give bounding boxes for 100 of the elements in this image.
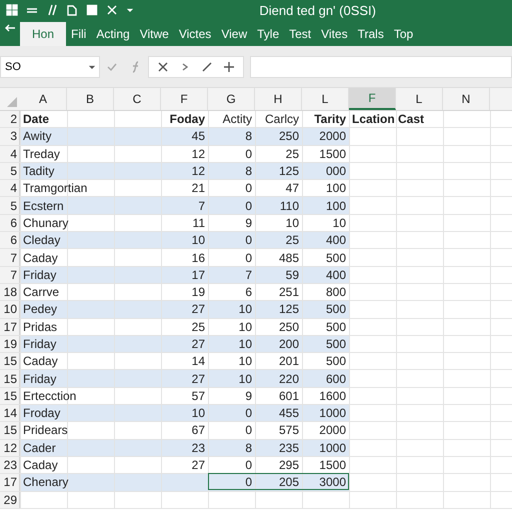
column-header[interactable]: L [396,88,443,110]
ribbon-tab[interactable]: Top [388,22,418,46]
table-cell: Treday [23,146,60,161]
table-cell: 250 [278,320,299,334]
table-cell: 10 [286,216,299,230]
column-header[interactable]: G [208,88,255,110]
table-cell: 0 [245,423,252,438]
row-number: 14 [0,405,20,422]
column-header[interactable]: F [161,88,208,110]
table-cell: 100 [326,198,346,213]
table-cell: 57 [192,388,205,403]
table-cell: 10 [238,320,252,334]
table-cell: Ertecction [23,388,76,403]
ribbon-tab[interactable]: Vitwe [134,22,174,46]
table-cell: 17 [192,268,205,282]
table-cell: 1500 [319,458,346,472]
column-header[interactable]: F [349,88,396,110]
table-cell: 25 [192,320,205,334]
formula-field[interactable] [250,56,512,78]
close-icon[interactable] [157,60,169,72]
row-number: 12 [0,440,20,456]
table-cell: 27 [192,337,205,351]
row-number: 6 [0,214,20,232]
column-header[interactable]: A [20,88,67,110]
row-number: 18 [0,284,20,300]
column-heading: Actity [222,112,252,126]
table-cell: 800 [326,285,346,300]
table-cell: 485 [278,250,299,265]
table-cell: 295 [278,458,299,472]
table-cell: 1000 [319,440,346,455]
table-cell: 9 [245,216,252,230]
table-cell: 10 [332,216,346,230]
ribbon-tab[interactable]: View [216,22,252,46]
table-cell: 25 [286,146,299,161]
table-cell: 27 [192,372,205,386]
table-cell: 0 [245,250,252,265]
table-cell: 2000 [319,423,346,438]
table-cell: 400 [326,233,346,248]
table-cell: 3000 [319,475,346,490]
ribbon-tab[interactable]: Fili [66,22,92,46]
table-cell: 47 [286,181,299,196]
table-cell: 11 [192,216,205,230]
ribbon-tab[interactable]: Acting [91,22,135,46]
column-header[interactable]: C [114,88,161,110]
slashes-icon[interactable] [46,4,58,16]
row-number: 29 [0,492,20,508]
name-box[interactable]: SO [0,56,100,78]
table-cell: 8 [245,440,252,455]
table-cell: 201 [278,354,299,368]
ribbon-tab[interactable]: Vites [316,22,353,46]
table-cell: 8 [245,164,252,178]
file-icon[interactable] [66,4,78,16]
table-cell: 0 [245,406,252,420]
table-cell: 600 [326,372,346,386]
table-cell: 7 [198,198,205,213]
pencil-icon[interactable] [201,60,213,72]
table-cell: 12 [192,164,205,178]
column-header[interactable]: H [255,88,302,110]
table-cell: Caday [23,458,58,472]
table-cell: 125 [278,164,299,178]
table-cell: 110 [280,198,299,213]
row-number: 15 [0,388,20,404]
table-cell: 1500 [319,146,346,161]
table-cell: 16 [192,250,205,265]
back-arrow-icon[interactable] [4,22,16,34]
table-cell: 500 [326,337,346,351]
table-cell: 251 [278,285,299,300]
row-number: 19 [0,336,20,352]
table-cell: Friday [23,372,56,386]
ribbon-tab[interactable]: Victes [174,22,216,46]
table-cell: 235 [278,440,299,455]
table-cell: Pridears [23,423,68,438]
table-cell: 500 [326,320,346,334]
table-cell: 27 [192,302,205,316]
ribbon-tab[interactable]: Trals [352,22,389,46]
table-cell: 125 [278,302,299,316]
table-cell: 0 [245,146,252,161]
row-number: 7 [0,249,20,266]
window-title: Diend ted gn' (0SSI) [259,2,376,18]
ribbon-tab[interactable]: Hon [20,22,66,46]
table-cell: Chunary [23,216,68,230]
table-cell: Pedey [23,302,58,316]
row-number: 15 [0,422,20,439]
table-cell: 0 [245,475,252,490]
table-cell: 19 [192,285,205,300]
table-cell: Caday [23,354,58,368]
column-header[interactable]: B [67,88,114,110]
ribbon-tab[interactable]: Test [284,22,316,46]
row-number: 10 [0,301,20,318]
plus-icon[interactable] [223,60,235,72]
save-icon[interactable] [86,4,98,16]
table-cell: 10 [238,302,252,316]
row-number: 3 [0,128,20,145]
grid-icon[interactable] [6,4,18,16]
table-cell: 10 [238,354,252,368]
table-cell: 7 [245,268,252,282]
row-number: 2 [0,111,20,128]
table-cell: 45 [192,129,205,144]
ribbon-tab[interactable]: Tyle [252,22,284,46]
column-header[interactable]: N [443,88,490,110]
